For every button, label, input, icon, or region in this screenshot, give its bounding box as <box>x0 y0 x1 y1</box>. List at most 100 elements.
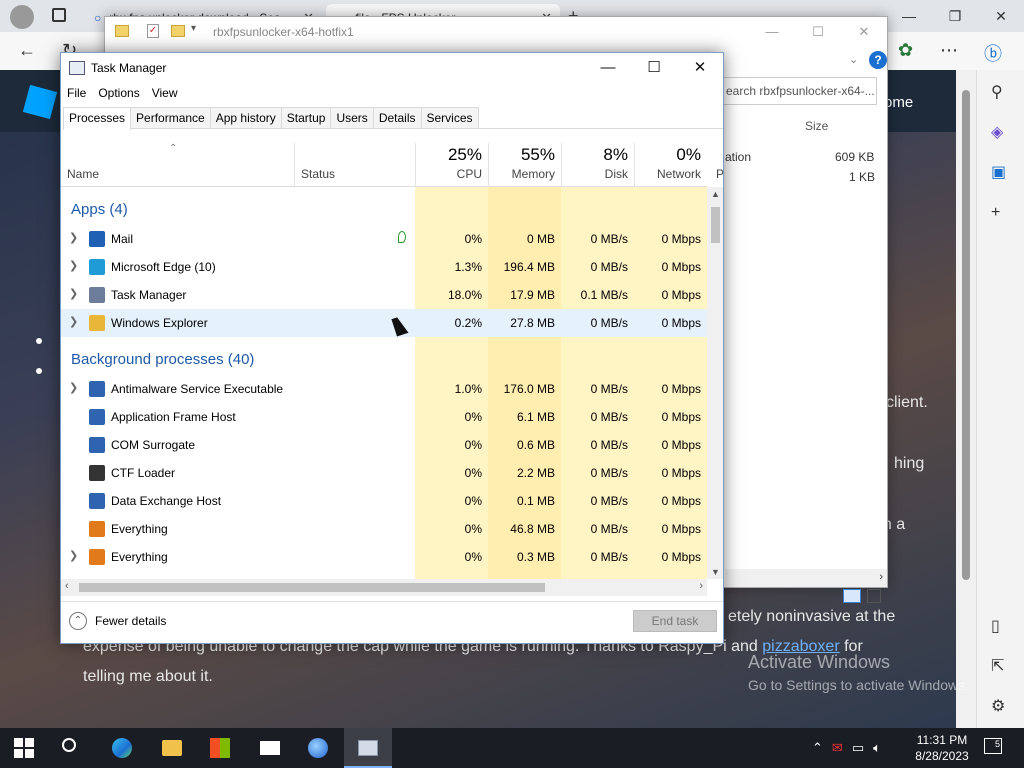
volume-icon[interactable]: 🔈︎ <box>873 740 881 756</box>
column-disk[interactable]: 8% Disk <box>561 143 634 187</box>
close-icon[interactable]: ✕ <box>677 53 723 83</box>
details-view-icon[interactable] <box>843 589 861 603</box>
close-icon[interactable]: ✕ <box>978 0 1024 32</box>
add-icon[interactable]: + <box>991 204 1000 222</box>
scrollbar-thumb[interactable] <box>711 207 720 243</box>
network-icon[interactable]: ▭ <box>852 740 864 756</box>
task-manager-titlebar[interactable]: Task Manager — ☐ ✕ <box>61 53 723 83</box>
outlook-icon[interactable]: ▣ <box>991 162 1006 182</box>
scroll-right-icon[interactable]: › <box>699 580 703 592</box>
table-row[interactable]: ❯ Microsoft Edge (10) 1.3% 196.4 MB 0 MB/s 0 … <box>61 253 707 281</box>
split-screen-icon[interactable]: ▯ <box>991 616 1000 636</box>
scroll-left-icon[interactable]: ‹ <box>65 580 69 592</box>
tab-users[interactable]: Users <box>330 107 374 128</box>
column-memory[interactable]: 55% Memory <box>488 143 561 187</box>
open-external-icon[interactable]: ⇱ <box>991 656 1004 676</box>
menu-view[interactable]: View <box>146 83 184 105</box>
group-apps[interactable]: Apps (4) <box>71 201 128 218</box>
restore-icon[interactable]: ❐ <box>932 0 978 32</box>
menu-options[interactable]: Options <box>92 83 145 105</box>
menu-file[interactable]: File <box>61 83 92 105</box>
table-row[interactable]: ❯ Everything 0% 0.3 MB 0 MB/s 0 Mbps <box>61 543 707 571</box>
explorer-hscrollbar[interactable]: › <box>725 569 887 587</box>
disk-cell: 0 MB/s <box>590 522 628 536</box>
fewer-details-button[interactable]: Fewer details <box>95 614 166 628</box>
chevron-right-icon[interactable]: ❯ <box>69 287 78 300</box>
tab-details[interactable]: Details <box>372 107 422 128</box>
profile-avatar[interactable] <box>10 5 34 29</box>
tab-app-history[interactable]: App history <box>209 107 282 128</box>
taskbar-mail[interactable] <box>246 728 294 768</box>
end-task-button[interactable]: End task <box>633 610 717 632</box>
show-hidden-icons-icon[interactable]: ⌃ <box>812 740 823 756</box>
table-row[interactable]: CTF Loader 0% 2.2 MB 0 MB/s 0 Mbps <box>61 459 707 487</box>
scroll-up-icon[interactable]: ▲ <box>711 189 720 199</box>
chevron-right-icon[interactable]: ❯ <box>69 381 78 394</box>
cpu-cell: 1.3% <box>454 260 482 274</box>
tab-startup[interactable]: Startup <box>280 107 332 128</box>
table-row[interactable]: Everything 0% 46.8 MB 0 MB/s 0 Mbps <box>61 515 707 543</box>
table-row[interactable]: ❯ Mail 0% 0 MB 0 MB/s 0 Mbps <box>61 225 707 253</box>
close-icon[interactable]: ✕ <box>841 17 887 47</box>
scroll-down-icon[interactable]: ▼ <box>711 567 720 577</box>
back-icon[interactable]: ← <box>18 40 36 61</box>
chevron-right-icon[interactable]: ❯ <box>69 259 78 272</box>
scrollbar-thumb[interactable] <box>79 583 545 592</box>
horizontal-scrollbar[interactable]: ‹ › <box>61 579 707 596</box>
start-button[interactable] <box>0 728 48 768</box>
security-alert-icon[interactable]: ✉ <box>832 740 843 756</box>
chevron-right-icon[interactable]: ❯ <box>69 549 78 562</box>
extension-icon[interactable]: ✿ <box>898 40 913 61</box>
column-power-partial[interactable]: P <box>716 167 723 181</box>
settings-icon[interactable]: ⚙ <box>991 696 1005 716</box>
taskbar-edge[interactable] <box>98 728 146 768</box>
taskbar-firefox[interactable] <box>294 728 342 768</box>
tab-processes[interactable]: Processes <box>63 107 132 130</box>
chevron-right-icon[interactable]: ❯ <box>69 315 78 328</box>
scrollbar-thumb[interactable] <box>962 90 970 580</box>
chevron-right-icon[interactable]: ❯ <box>69 231 78 244</box>
table-row[interactable]: COM Surrogate 0% 0.6 MB 0 MB/s 0 Mbps <box>61 431 707 459</box>
notifications-icon[interactable]: 5 <box>984 738 1002 754</box>
table-row[interactable]: ❯ Task Manager 18.0% 17.9 MB 0.1 MB/s 0 Mbps <box>61 281 707 309</box>
large-icons-view-icon[interactable] <box>867 589 881 603</box>
page-scrollbar[interactable] <box>956 70 976 728</box>
taskbar-task-manager[interactable] <box>344 728 392 768</box>
maximize-icon[interactable]: ☐ <box>631 53 677 83</box>
tab-performance[interactable]: Performance <box>130 107 211 128</box>
group-background[interactable]: Background processes (40) <box>71 351 254 368</box>
bing-icon[interactable]: ⓑ <box>984 40 1002 66</box>
help-icon[interactable]: ? <box>869 51 887 69</box>
explorer-search-input[interactable]: earch rbxfpsunlocker-x64-... <box>719 77 877 105</box>
minimize-icon[interactable]: — <box>749 17 795 47</box>
minimize-icon[interactable]: — <box>886 0 932 32</box>
minimize-icon[interactable]: — <box>585 53 631 83</box>
clock[interactable]: 11:31 PM 8/28/2023 <box>910 732 974 764</box>
taskbar-store[interactable] <box>196 728 244 768</box>
maximize-icon[interactable]: ☐ <box>795 17 841 47</box>
new-folder-icon[interactable] <box>171 25 185 37</box>
column-network[interactable]: 0% Network <box>634 143 707 187</box>
table-row[interactable]: ❯ Windows Explorer 0.2% 27.8 MB 0 MB/s 0 Mbps <box>61 309 707 337</box>
search-button[interactable] <box>48 728 96 768</box>
taskbar-file-explorer[interactable] <box>148 728 196 768</box>
copilot-icon[interactable]: ◈ <box>991 122 1003 142</box>
size-column-header[interactable]: Size <box>805 119 828 133</box>
tab-services[interactable]: Services <box>420 107 479 128</box>
chevron-up-icon[interactable]: ⌃ <box>69 612 87 630</box>
home-link[interactable]: ome <box>884 94 913 111</box>
properties-icon[interactable]: ✓ <box>147 24 159 38</box>
column-name[interactable]: Name <box>67 167 99 181</box>
search-icon[interactable]: ⚲ <box>991 82 1003 102</box>
more-icon[interactable]: ⋯ <box>940 40 958 61</box>
tab-actions-icon[interactable] <box>52 8 66 22</box>
vertical-scrollbar[interactable]: ▲ ▼ <box>707 187 723 579</box>
customize-dropdown-icon[interactable]: ▾ <box>191 23 196 34</box>
column-cpu[interactable]: 25% CPU <box>415 143 488 187</box>
table-row[interactable]: Data Exchange Host 0% 0.1 MB 0 MB/s 0 Mbps <box>61 487 707 515</box>
table-row[interactable]: Application Frame Host 0% 6.1 MB 0 MB/s 0 Mb… <box>61 403 707 431</box>
expand-ribbon-icon[interactable]: ⌄ <box>849 53 858 66</box>
scroll-right-icon[interactable]: › <box>879 571 883 583</box>
table-row[interactable]: ❯ Antimalware Service Executable 1.0% 176.0… <box>61 375 707 403</box>
column-status-cell[interactable]: Status <box>294 143 415 187</box>
